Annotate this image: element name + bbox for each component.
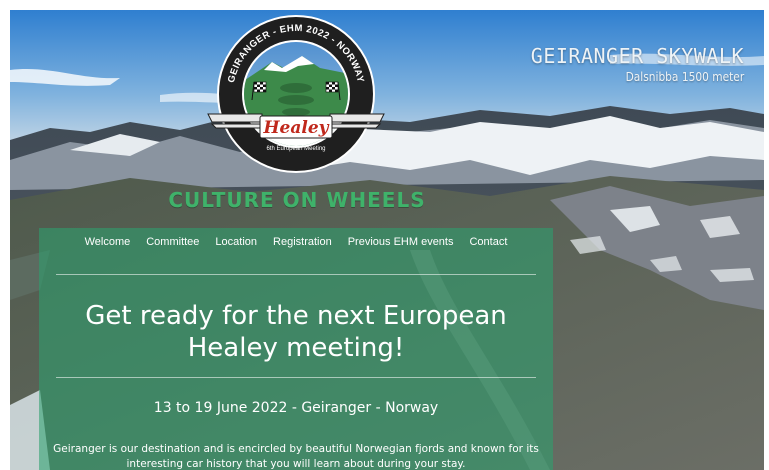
logo-meeting-text: 6th European Meeting bbox=[266, 146, 325, 152]
tagline: CULTURE ON WHEELS bbox=[168, 188, 426, 212]
nav-registration[interactable]: Registration bbox=[273, 236, 332, 248]
nav-contact[interactable]: Contact bbox=[469, 236, 507, 248]
hero-section: GEIRANGER SKYWALK Dalsnibba 1500 meter H… bbox=[10, 10, 764, 470]
intro-text: Geiranger is our destination and is enci… bbox=[53, 443, 539, 470]
nav-committee[interactable]: Committee bbox=[146, 236, 199, 248]
welcome-panel: Welcome Committee Location Registration … bbox=[39, 228, 553, 470]
main-navigation: Welcome Committee Location Registration … bbox=[39, 236, 553, 248]
nav-welcome[interactable]: Welcome bbox=[85, 236, 131, 248]
skywalk-title: GEIRANGER SKYWALK bbox=[530, 44, 744, 68]
logo-brand: Healey bbox=[262, 118, 329, 138]
skywalk-subtitle: Dalsnibba 1500 meter bbox=[625, 69, 744, 84]
ehm-2022-logo[interactable]: Healey GEIRANGER - EHM 2022 - NORWAY 6th… bbox=[202, 10, 390, 179]
divider bbox=[56, 274, 536, 275]
event-dates: 13 to 19 June 2022 - Geiranger - Norway bbox=[153, 400, 439, 416]
nav-location[interactable]: Location bbox=[215, 236, 257, 248]
skywalk-caption: GEIRANGER SKYWALK Dalsnibba 1500 meter bbox=[531, 44, 744, 86]
page-headline: Get ready for the next European Healey m… bbox=[85, 301, 507, 363]
nav-previous-ehm-events[interactable]: Previous EHM events bbox=[348, 236, 454, 248]
divider bbox=[56, 377, 536, 378]
